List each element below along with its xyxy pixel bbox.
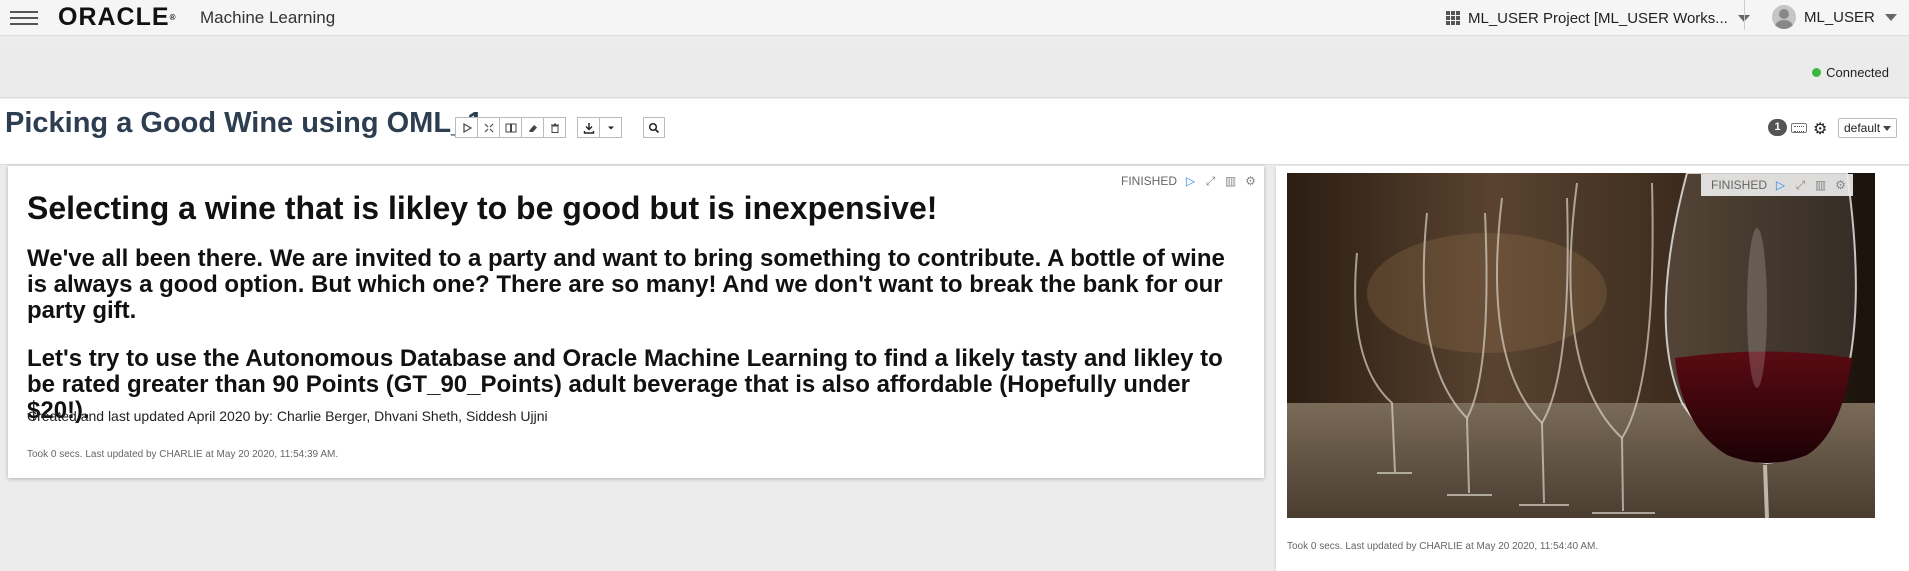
paragraph-heading: Selecting a wine that is likley to be go…: [27, 190, 938, 226]
wine-glasses-image: [1287, 173, 1875, 518]
paragraph-footer: Took 0 secs. Last updated by CHARLIE at …: [1287, 541, 1599, 552]
collapse-icon: [484, 123, 493, 132]
export-button[interactable]: [577, 117, 600, 138]
logo-text: ORACLE: [58, 3, 170, 31]
paragraph-controls: FINISHED ▷ ⤢ ▥ ⚙: [1121, 174, 1257, 189]
grid-icon: [1446, 11, 1460, 25]
book-icon: [505, 123, 516, 132]
notebook-header: Picking a Good Wine using OML_1: [0, 99, 1909, 165]
avatar: [1772, 5, 1796, 29]
gear-icon[interactable]: ⚙: [1813, 119, 1827, 139]
user-count-badge: 1: [1768, 119, 1787, 136]
paragraph-footer: Took 0 secs. Last updated by CHARLIE at …: [27, 449, 339, 460]
menu-icon[interactable]: [10, 8, 38, 28]
play-icon: [462, 122, 472, 133]
gear-icon[interactable]: ⚙: [1834, 178, 1847, 192]
gear-icon[interactable]: ⚙: [1244, 174, 1257, 188]
delete-notebook-button[interactable]: [543, 117, 566, 138]
toggle-output-button[interactable]: [499, 117, 522, 138]
connected-dot-icon: [1812, 68, 1822, 77]
paragraph-status: FINISHED: [1711, 178, 1768, 192]
chevron-down-icon: [1883, 126, 1892, 132]
play-icon[interactable]: ▷: [1184, 174, 1197, 188]
download-icon: [583, 122, 594, 134]
clear-output-button[interactable]: [521, 117, 544, 138]
interpreter-select[interactable]: default: [1838, 118, 1897, 138]
export-toolbar: [577, 117, 622, 138]
connection-label: Connected: [1826, 65, 1889, 80]
chevron-down-icon: [607, 126, 614, 129]
paragraph-controls: FINISHED ▷ ⤢ ▥ ⚙: [1701, 174, 1854, 196]
paragraph-text: We've all been there. We are invited to …: [27, 245, 1225, 324]
expand-icon[interactable]: ⤢: [1204, 174, 1217, 188]
connection-status: Connected: [1812, 65, 1889, 80]
top-navigation-bar: ORACLE® Machine Learning ML_USER Project…: [0, 0, 1909, 36]
status-strip: Connected: [0, 48, 1909, 98]
divider: [1744, 0, 1745, 30]
product-name: Machine Learning: [200, 8, 336, 27]
paragraph-card[interactable]: FINISHED ▷ ⤢ ▥ ⚙ Selecting a wine that i…: [8, 166, 1264, 478]
user-name: ML_USER: [1804, 8, 1875, 26]
notebook-action-toolbar: [455, 117, 566, 138]
project-label: ML_USER Project [ML_USER Works...: [1468, 9, 1728, 27]
paragraph-card[interactable]: FINISHED ▷ ⤢ ▥ ⚙ Took 0 secs. Last updat…: [1276, 166, 1909, 571]
export-dropdown-button[interactable]: [599, 117, 622, 138]
search-icon: [648, 122, 660, 133]
search-button[interactable]: [643, 117, 665, 138]
paragraph-status: FINISHED: [1121, 174, 1178, 188]
run-all-button[interactable]: [455, 117, 478, 138]
interpreter-value: default: [1844, 121, 1881, 135]
toggle-code-button[interactable]: [477, 117, 500, 138]
play-icon[interactable]: ▷: [1774, 178, 1787, 192]
keyboard-icon[interactable]: [1791, 123, 1807, 133]
oracle-logo: ORACLE®: [58, 3, 176, 31]
book-icon[interactable]: ▥: [1814, 178, 1827, 192]
book-icon[interactable]: ▥: [1224, 174, 1237, 188]
expand-icon[interactable]: ⤢: [1794, 178, 1807, 192]
user-menu[interactable]: ML_USER: [1772, 4, 1897, 30]
notebook-title[interactable]: Picking a Good Wine using OML_1: [5, 107, 483, 140]
trash-icon: [550, 123, 559, 133]
paragraph-credit: Created and last updated April 2020 by: …: [27, 408, 548, 424]
eraser-icon: [528, 124, 537, 132]
project-selector[interactable]: ML_USER Project [ML_USER Works...: [1446, 6, 1750, 30]
chevron-down-icon: [1884, 13, 1897, 21]
